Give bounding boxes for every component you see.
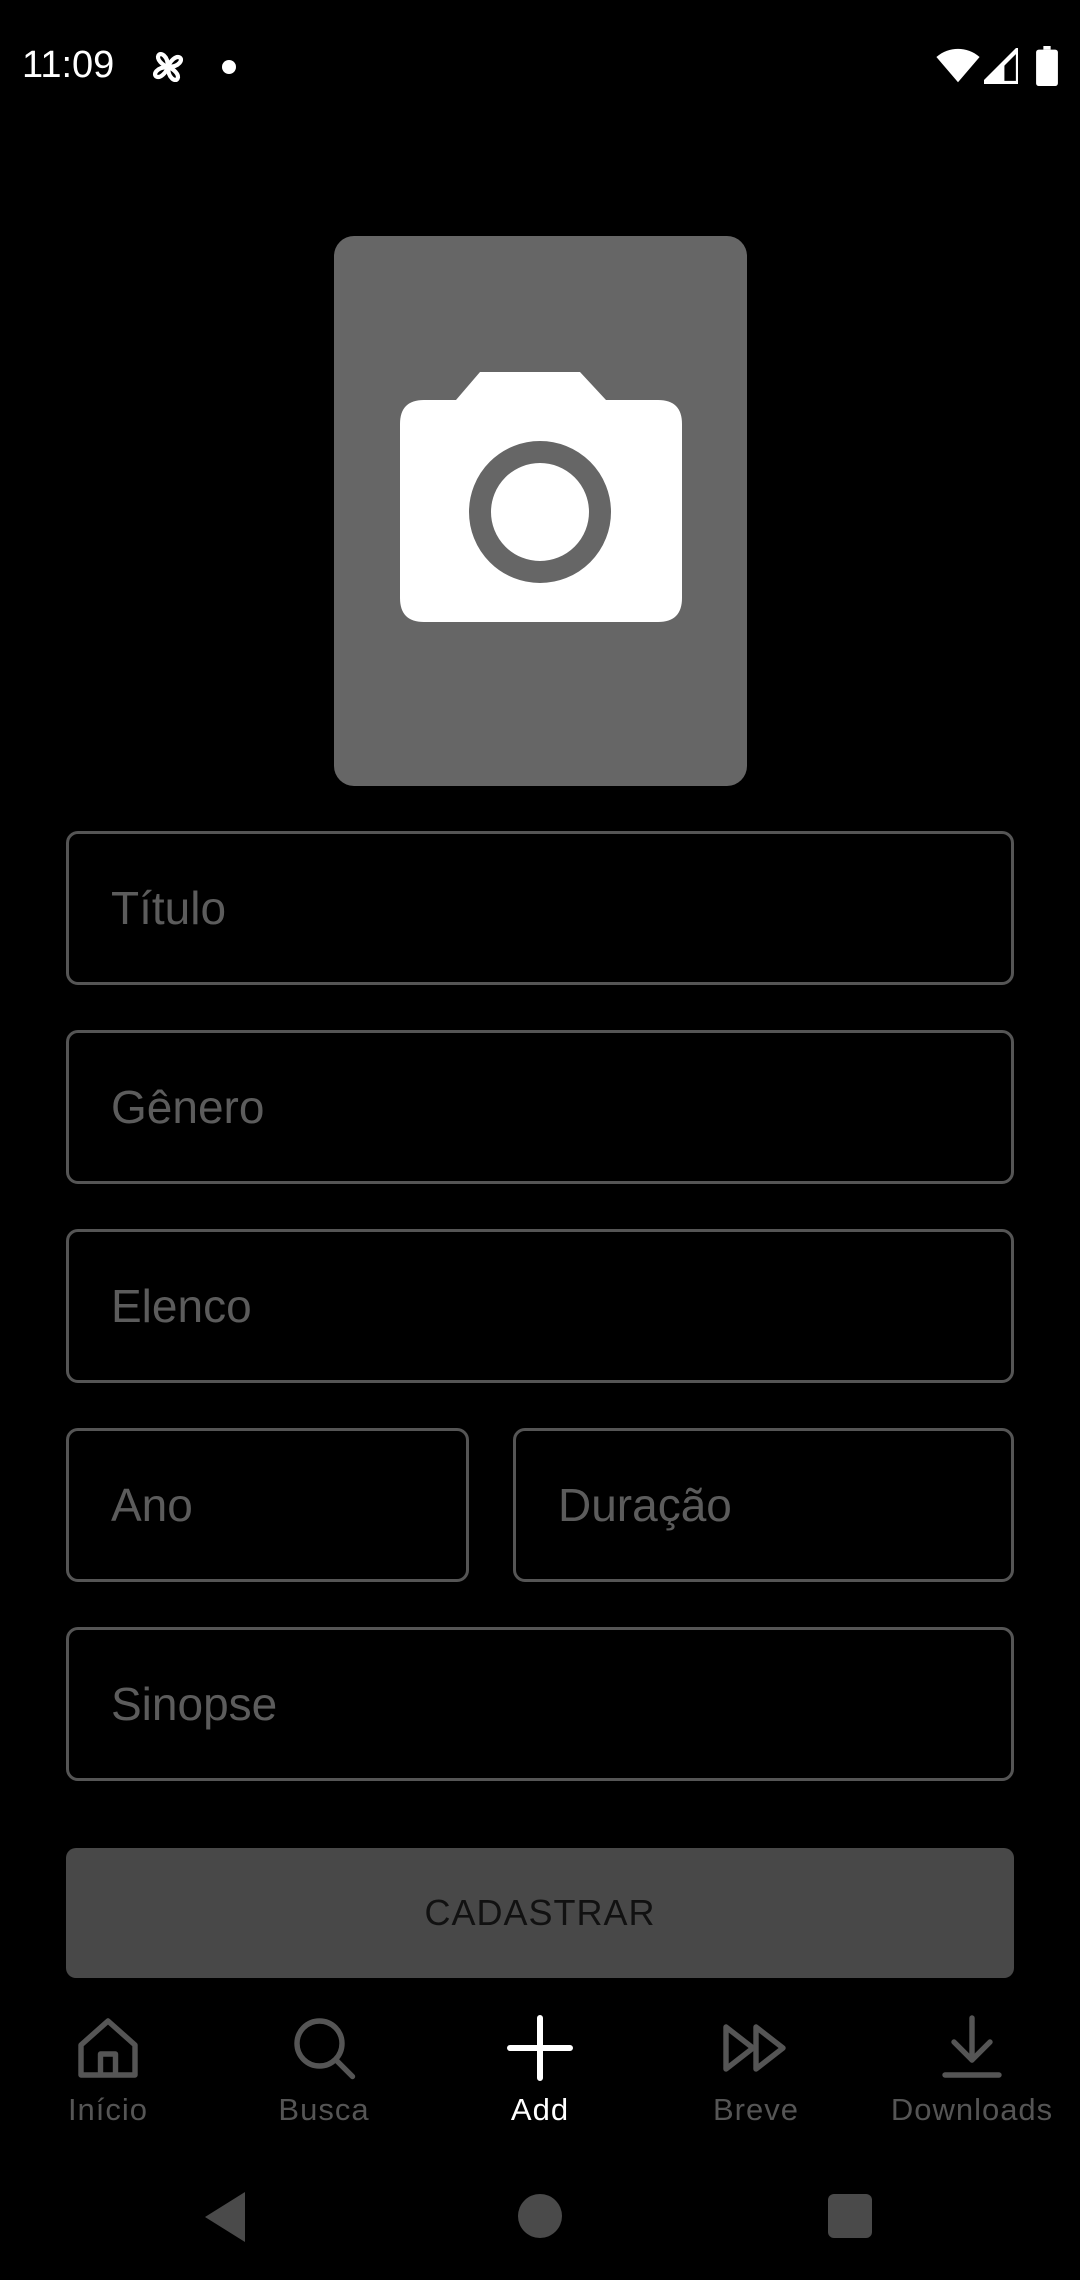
download-icon bbox=[942, 2015, 1002, 2078]
ano-input[interactable] bbox=[69, 1431, 466, 1579]
duracao-field[interactable] bbox=[513, 1428, 1014, 1582]
duracao-input[interactable] bbox=[516, 1431, 1011, 1579]
pinwheel-icon bbox=[153, 52, 183, 82]
sinopse-field[interactable] bbox=[66, 1627, 1014, 1781]
status-time: 11:09 bbox=[22, 44, 115, 86]
photo-picker[interactable] bbox=[334, 236, 747, 786]
bottom-nav: Início Busca Add Breve Downloads bbox=[0, 2000, 1080, 2150]
nav-item-inicio[interactable]: Início bbox=[0, 2000, 216, 2150]
nav-label-downloads: Downloads bbox=[890, 2092, 1054, 2127]
sinopse-input[interactable] bbox=[69, 1630, 1011, 1778]
elenco-input[interactable] bbox=[69, 1232, 1011, 1380]
recents-icon[interactable] bbox=[828, 2194, 872, 2238]
plus-icon bbox=[507, 2015, 573, 2081]
titulo-field[interactable] bbox=[66, 831, 1014, 985]
search-icon bbox=[294, 2018, 356, 2080]
notification-dot-icon bbox=[222, 60, 236, 74]
ano-field[interactable] bbox=[66, 1428, 469, 1582]
nav-label-busca: Busca bbox=[278, 2092, 370, 2127]
genero-field[interactable] bbox=[66, 1030, 1014, 1184]
nav-label-inicio: Início bbox=[67, 2092, 149, 2127]
nav-item-busca[interactable]: Busca bbox=[216, 2000, 432, 2150]
signal-icon bbox=[984, 48, 1018, 84]
elenco-field[interactable] bbox=[66, 1229, 1014, 1383]
genero-input[interactable] bbox=[69, 1033, 1011, 1181]
nav-item-add[interactable]: Add bbox=[432, 2000, 648, 2150]
system-nav-bar bbox=[0, 2170, 1080, 2280]
home-button-icon[interactable] bbox=[518, 2194, 562, 2238]
wifi-icon bbox=[936, 48, 980, 83]
titulo-input[interactable] bbox=[69, 834, 1011, 982]
status-bar: 11:09 bbox=[0, 0, 1080, 130]
cadastrar-button[interactable]: CADASTRAR bbox=[66, 1848, 1014, 1978]
nav-label-breve: Breve bbox=[713, 2092, 799, 2127]
nav-label-add: Add bbox=[510, 2092, 570, 2127]
nav-item-breve[interactable]: Breve bbox=[648, 2000, 864, 2150]
camera-icon bbox=[400, 372, 682, 622]
back-icon[interactable] bbox=[200, 2192, 250, 2242]
battery-icon bbox=[1036, 46, 1058, 86]
fast-forward-icon bbox=[723, 2024, 786, 2072]
home-icon bbox=[78, 2018, 138, 2078]
nav-item-downloads[interactable]: Downloads bbox=[864, 2000, 1080, 2150]
